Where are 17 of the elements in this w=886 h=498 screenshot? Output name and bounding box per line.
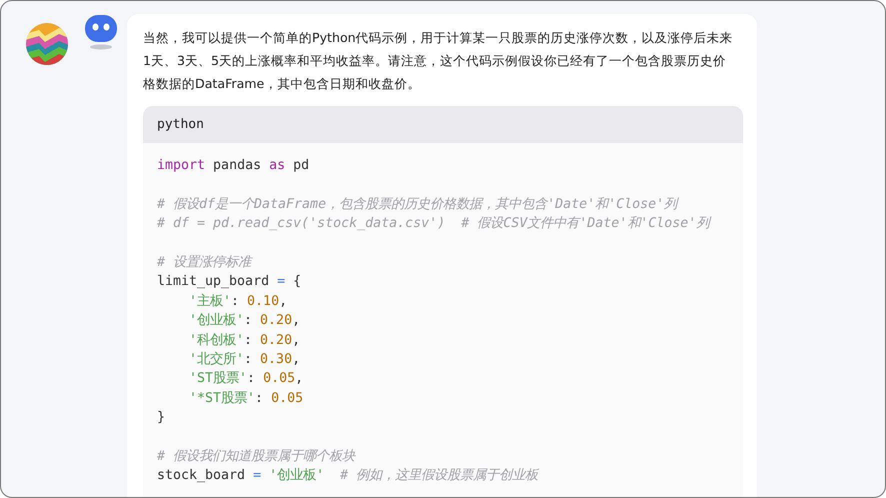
code-line: # 假设df是一个DataFrame，包含股票的历史价格数据，其中包含'Date'和'Close'列 [157,196,678,214]
robot-icon [84,14,118,50]
code-line: '科创板': 0.20, [189,332,300,350]
message-text: 当然，我可以提供一个简单的Python代码示例，用于计算某一只股票的历史涨停次数，以及涨停后未来1天、3天、5天的上涨概率和平均收益率。请注意，这个代码示例假设你已经有了一个包含股票历史价格数据的DataFrame，其中包含日期和收盘价。 [143,29,733,93]
code-line: import pandas as pd [157,157,310,175]
code-line: # df = pd.read_csv('stock_data.csv') # 假设CSV文件中有'Date'和'Close'列 [157,215,710,234]
code-line: stock_board = '创业板' # 例如，这里假设股票属于创业板 [157,466,538,486]
code-line: } [157,409,166,428]
code-line: '北交所': 0.30, [189,350,300,370]
code-line: '*ST股票': 0.05 [189,390,304,408]
language-label: python [157,117,204,132]
code-line: # 设置涨停标准 [157,254,252,272]
code-line: '创业板': 0.20, [189,312,300,330]
code-line: '主板': 0.10, [189,292,288,311]
code-line: # 假设我们知道股票属于哪个板块 [157,448,356,466]
code-line: limit_up_board = { [157,273,302,292]
code-line: 'ST股票': 0.05, [189,370,304,388]
